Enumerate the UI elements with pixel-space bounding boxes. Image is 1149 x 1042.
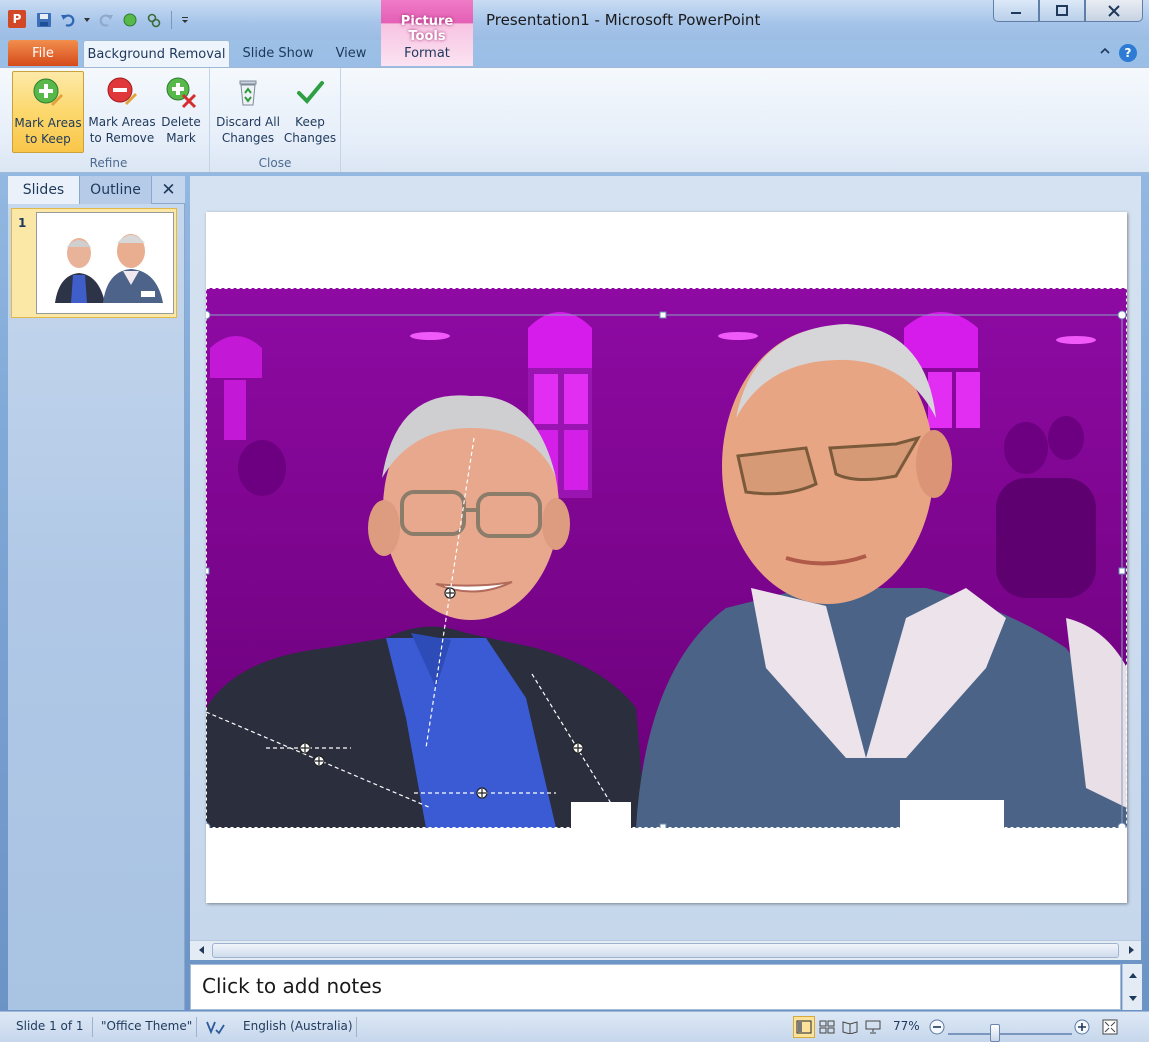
group-close: Discard All Changes Keep Changes Close bbox=[210, 68, 341, 172]
zoom-level[interactable]: 77% bbox=[893, 1019, 920, 1033]
zoom-slider-track[interactable] bbox=[948, 1033, 1072, 1035]
title-bar: P Picture Tools Presentation1 - Microsof… bbox=[0, 0, 1149, 66]
slide-thumbnail-preview bbox=[36, 212, 174, 314]
horizontal-scrollbar[interactable] bbox=[190, 940, 1141, 960]
discard-label-2: Changes bbox=[221, 131, 275, 145]
scroll-up-icon[interactable] bbox=[1127, 970, 1139, 980]
mark-keep-label-2: to Keep bbox=[25, 132, 71, 146]
undo-icon[interactable] bbox=[58, 10, 78, 30]
slide-count: Slide 1 of 1 bbox=[16, 1019, 84, 1033]
powerpoint-app-icon[interactable]: P bbox=[8, 10, 26, 28]
mark-areas-to-keep-button[interactable]: Mark Areas to Keep bbox=[12, 71, 84, 153]
keep-label-1: Keep bbox=[295, 115, 325, 129]
qat-separator bbox=[171, 11, 172, 29]
scrollbar-thumb[interactable] bbox=[212, 943, 1119, 958]
minimize-icon bbox=[1011, 11, 1021, 14]
tab-file[interactable]: File bbox=[8, 40, 78, 66]
tab-outline[interactable]: Outline bbox=[80, 176, 152, 204]
refine-group-label: Refine bbox=[89, 156, 128, 170]
mark-keep-icon bbox=[33, 78, 63, 106]
normal-view-icon[interactable] bbox=[793, 1016, 815, 1038]
slide-number: 1 bbox=[18, 216, 27, 230]
mark-remove-label-1: Mark Areas bbox=[88, 115, 156, 129]
status-separator bbox=[196, 1017, 197, 1037]
discard-label-1: Discard All bbox=[216, 115, 280, 129]
zoom-out-icon[interactable] bbox=[926, 1016, 948, 1038]
ribbon: Mark Areas to Keep Mark Areas to Remove … bbox=[0, 67, 1149, 173]
keep-changes-button[interactable]: Keep Changes bbox=[282, 71, 338, 153]
maximize-icon bbox=[1056, 4, 1068, 16]
minimize-ribbon-icon[interactable] bbox=[1099, 45, 1111, 60]
close-panel-icon[interactable]: ✕ bbox=[152, 176, 185, 204]
delete-mark-label-1: Delete bbox=[161, 115, 201, 129]
group-refine: Mark Areas to Keep Mark Areas to Remove … bbox=[8, 68, 210, 172]
notes-pane[interactable]: Click to add notes bbox=[190, 964, 1121, 1010]
tab-view[interactable]: View bbox=[326, 40, 376, 67]
tab-slides[interactable]: Slides bbox=[8, 176, 80, 204]
window-controls bbox=[993, 0, 1143, 22]
mark-remove-label-2: to Remove bbox=[89, 131, 155, 145]
redo-icon[interactable] bbox=[96, 10, 116, 30]
window-title: Presentation1 - Microsoft PowerPoint bbox=[486, 11, 761, 29]
spell-check-icon[interactable] bbox=[204, 1016, 226, 1038]
mark-keep-label-1: Mark Areas bbox=[14, 116, 82, 130]
language[interactable]: English (Australia) bbox=[243, 1019, 353, 1033]
ribbon-tab-row: File Background Removal Slide Show View … bbox=[0, 40, 1149, 68]
close-icon bbox=[1108, 4, 1120, 17]
picture-with-background-removal[interactable] bbox=[201, 288, 1127, 832]
slide-show-view-icon[interactable] bbox=[862, 1016, 884, 1038]
discard-all-changes-button[interactable]: Discard All Changes bbox=[214, 71, 282, 153]
zoom-in-icon[interactable] bbox=[1071, 1016, 1093, 1038]
slides-panel: Slides Outline ✕ 1 bbox=[8, 176, 185, 1010]
status-separator bbox=[92, 1017, 93, 1037]
zoom-slider-thumb[interactable] bbox=[990, 1024, 1000, 1042]
customize-qat-icon[interactable] bbox=[179, 10, 191, 30]
status-separator bbox=[356, 1017, 357, 1037]
undo-dropdown-icon[interactable] bbox=[82, 10, 92, 30]
close-window-button[interactable] bbox=[1085, 0, 1143, 22]
mark-areas-to-remove-button[interactable]: Mark Areas to Remove bbox=[86, 71, 158, 153]
record-icon[interactable] bbox=[120, 10, 140, 30]
tab-format[interactable]: Format bbox=[381, 40, 473, 67]
scroll-left-icon[interactable] bbox=[196, 944, 208, 956]
slide-thumbnail[interactable] bbox=[11, 208, 177, 318]
tab-slide-show[interactable]: Slide Show bbox=[236, 40, 320, 67]
close-group-label: Close bbox=[258, 156, 292, 170]
help-icon[interactable]: ? bbox=[1119, 44, 1137, 62]
reading-view-icon[interactable] bbox=[839, 1016, 861, 1038]
maximize-button[interactable] bbox=[1039, 0, 1085, 22]
scroll-down-icon[interactable] bbox=[1127, 994, 1139, 1004]
theme-name[interactable]: "Office Theme" bbox=[101, 1019, 192, 1033]
status-bar: Slide 1 of 1 "Office Theme" English (Aus… bbox=[0, 1011, 1149, 1042]
delete-mark-button[interactable]: Delete Mark bbox=[158, 71, 204, 153]
minimize-button[interactable] bbox=[993, 0, 1039, 22]
keep-label-2: Changes bbox=[283, 131, 337, 145]
thumbnail-photo bbox=[37, 213, 173, 313]
slides-panel-tabs: Slides Outline ✕ bbox=[8, 176, 185, 204]
save-icon[interactable] bbox=[34, 10, 54, 30]
delete-mark-icon bbox=[166, 77, 197, 109]
link-icon[interactable] bbox=[144, 10, 164, 30]
recycle-bin-icon bbox=[239, 80, 257, 106]
notes-scrollbar[interactable] bbox=[1122, 964, 1142, 1010]
fit-to-window-icon[interactable] bbox=[1099, 1016, 1121, 1038]
checkmark-icon bbox=[297, 81, 324, 104]
slide-sorter-icon[interactable] bbox=[816, 1016, 838, 1038]
quick-access-toolbar bbox=[34, 10, 191, 30]
mark-remove-icon bbox=[107, 77, 137, 105]
notes-placeholder[interactable]: Click to add notes bbox=[202, 974, 382, 998]
tab-background-removal[interactable]: Background Removal bbox=[83, 40, 230, 68]
scroll-right-icon[interactable] bbox=[1125, 944, 1137, 956]
delete-mark-label-2: Mark bbox=[166, 131, 196, 145]
photo-graphic bbox=[201, 288, 1127, 832]
